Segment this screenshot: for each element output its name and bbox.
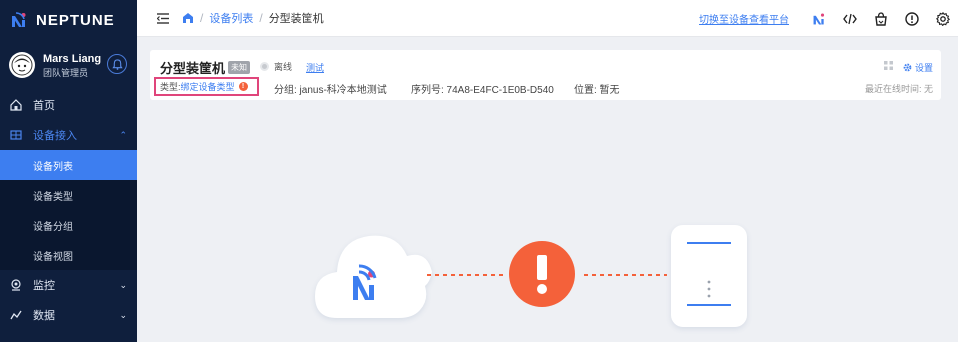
exclamation-circle-icon bbox=[904, 11, 919, 26]
bind-device-type-link[interactable]: 绑定设备类型 bbox=[181, 80, 235, 93]
breadcrumb-device-list[interactable]: 设备列表 bbox=[209, 10, 253, 26]
header-actions: 切换至设备查看平台 bbox=[699, 0, 958, 37]
data-chart-icon bbox=[9, 308, 23, 322]
code-button[interactable] bbox=[834, 0, 865, 37]
notification-button[interactable] bbox=[107, 54, 127, 74]
device-settings-label: 设置 bbox=[914, 63, 933, 73]
sidebar-item-monitor[interactable]: 监控 ⌄ bbox=[0, 270, 137, 300]
device-info-card: 分型装筐机 未知 离线 测试 类型: 绑定设备类型 ! 分组: janus-科冷… bbox=[150, 50, 941, 100]
sidebar-subitem-device-type[interactable]: 设备类型 bbox=[0, 180, 137, 210]
sidebar-item-home[interactable]: 首页 bbox=[0, 90, 137, 120]
last-online-time: 最近在线时间: 无 bbox=[864, 84, 933, 94]
monitor-icon bbox=[9, 278, 23, 292]
chevron-down-icon: ⌄ bbox=[119, 310, 127, 320]
sidebar-subitem-label: 设备类型 bbox=[33, 191, 73, 203]
shop-button[interactable] bbox=[865, 0, 896, 37]
sidebar-item-data[interactable]: 数据 ⌄ bbox=[0, 300, 137, 330]
neptune-logo-icon bbox=[813, 13, 824, 24]
device-type-label: 类型: bbox=[160, 82, 181, 92]
user-name: Mars Liang bbox=[43, 52, 102, 65]
sidebar-subitem-device-list[interactable]: 设备列表 bbox=[0, 150, 137, 180]
device-serial: 序列号: 74A8-E4FC-1E0B-D540 bbox=[411, 85, 554, 96]
brand-name: NEPTUNE bbox=[36, 11, 115, 29]
device-icon bbox=[671, 225, 747, 327]
warning-icon[interactable]: ! bbox=[238, 82, 248, 91]
chevron-up-icon: ⌃ bbox=[119, 130, 127, 140]
sidebar-item-device-access[interactable]: 设备接入 ⌃ bbox=[0, 120, 137, 150]
breadcrumb-home-icon[interactable] bbox=[182, 12, 194, 24]
shopping-bag-icon bbox=[874, 11, 887, 26]
bell-icon bbox=[111, 58, 123, 70]
test-link[interactable]: 测试 bbox=[306, 61, 324, 74]
device-group: 分组: janus-科冷本地测试 bbox=[274, 85, 387, 96]
status-dot-icon bbox=[260, 62, 269, 71]
gear-icon bbox=[903, 63, 912, 72]
device-type-field: 类型: 绑定设备类型 ! bbox=[154, 77, 259, 96]
alert-button[interactable] bbox=[896, 0, 927, 37]
logo[interactable]: NEPTUNE bbox=[0, 0, 137, 40]
user-role: 团队管理员 bbox=[43, 67, 89, 78]
sidebar-item-label: 设备接入 bbox=[33, 130, 77, 142]
code-icon bbox=[842, 13, 857, 24]
sidebar-item-label: 数据 bbox=[33, 310, 55, 322]
neptune-logo-icon bbox=[12, 12, 26, 27]
switch-platform-link[interactable]: 切换至设备查看平台 bbox=[699, 11, 789, 26]
gear-icon bbox=[935, 11, 950, 26]
menu-toggle-icon[interactable] bbox=[157, 12, 169, 24]
device-status: 离线 bbox=[260, 60, 292, 73]
device-indicator-dot bbox=[707, 280, 711, 284]
grid-icon[interactable] bbox=[884, 61, 893, 70]
top-header: / 设备列表 / 分型装筐机 切换至设备查看平台 bbox=[137, 0, 958, 37]
user-panel: Mars Liang 团队管理员 bbox=[0, 40, 137, 90]
device-status-label: 离线 bbox=[274, 62, 293, 72]
sidebar-subitem-label: 设备视图 bbox=[33, 251, 73, 263]
breadcrumb-separator: / bbox=[259, 11, 263, 25]
device-settings-link[interactable]: 设置 bbox=[903, 61, 933, 74]
connection-status-diagram bbox=[315, 225, 747, 327]
settings-button[interactable] bbox=[927, 0, 958, 37]
chevron-down-icon: ⌄ bbox=[119, 280, 127, 290]
avatar-face-icon bbox=[11, 54, 33, 76]
breadcrumb-current: 分型装筐机 bbox=[268, 13, 324, 25]
sidebar: NEPTUNE Mars Liang 团队管理员 首页 设备接入 ⌃ 设备列表 … bbox=[0, 0, 137, 342]
sidebar-subitem-device-view[interactable]: 设备视图 bbox=[0, 240, 137, 270]
device-tag-badge: 未知 bbox=[228, 61, 250, 74]
avatar[interactable] bbox=[9, 52, 35, 78]
sidebar-subitem-label: 设备分组 bbox=[33, 221, 73, 233]
device-name: 分型装筐机 bbox=[160, 61, 226, 76]
device-access-icon bbox=[9, 128, 23, 142]
sidebar-item-label: 首页 bbox=[33, 100, 55, 112]
home-icon bbox=[9, 98, 23, 112]
device-location: 位置: 暂无 bbox=[574, 85, 620, 96]
neptune-app-button[interactable] bbox=[803, 0, 834, 37]
sidebar-item-label: 监控 bbox=[33, 280, 55, 292]
sidebar-subitem-device-group[interactable]: 设备分组 bbox=[0, 210, 137, 240]
sidebar-subitem-label: 设备列表 bbox=[33, 161, 73, 173]
device-indicator-dot bbox=[707, 294, 711, 298]
connection-error-icon bbox=[509, 241, 575, 307]
device-indicator-dot bbox=[707, 287, 711, 291]
breadcrumb-separator: / bbox=[200, 11, 204, 25]
